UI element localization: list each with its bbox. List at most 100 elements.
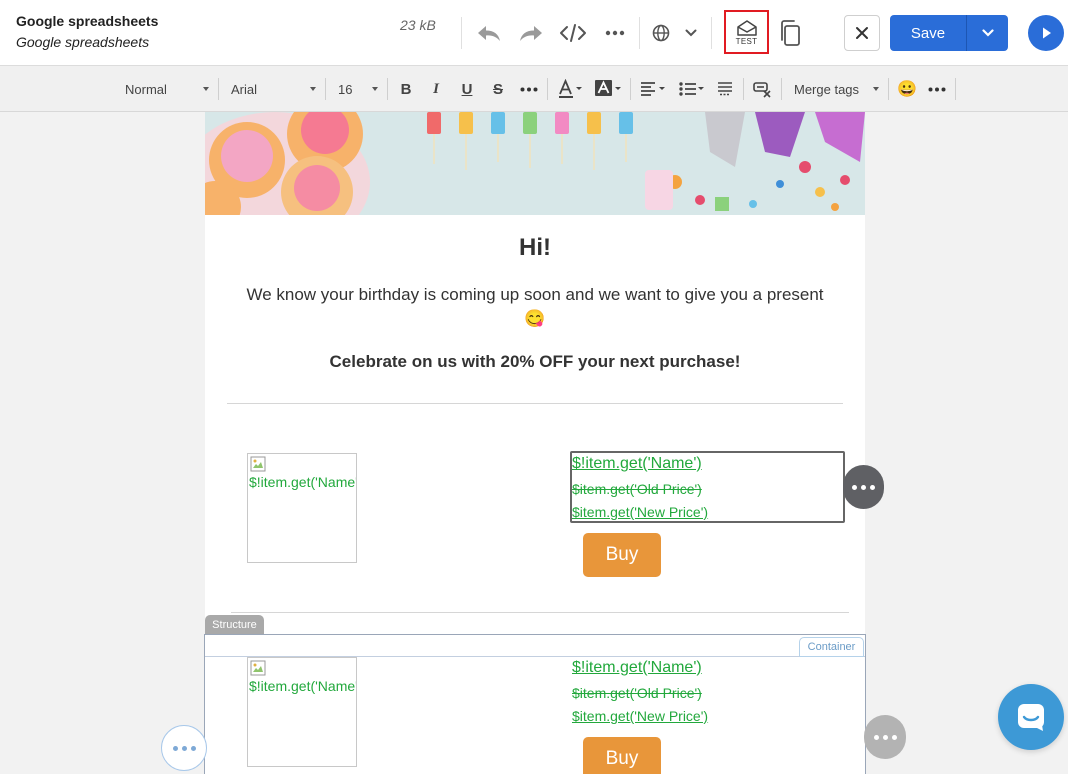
- preview-play-button[interactable]: [1028, 15, 1064, 51]
- close-button[interactable]: [844, 15, 880, 51]
- merge-tags-label: Merge tags: [794, 81, 860, 97]
- toolbar-divider: [461, 17, 462, 49]
- chat-icon: [1018, 704, 1044, 731]
- block-options-button[interactable]: [843, 465, 884, 509]
- background-color-button[interactable]: [594, 78, 622, 100]
- save-options-dropdown[interactable]: [966, 15, 1008, 51]
- align-left-icon: [641, 82, 665, 96]
- support-chat-button[interactable]: [998, 684, 1064, 750]
- font-family-select[interactable]: Arial: [231, 78, 316, 100]
- caret-down-icon: [372, 87, 378, 91]
- product-name[interactable]: $!item.get('Name'): [572, 455, 702, 473]
- product-details-block[interactable]: $!item.get('Name') $item.get('Old Price'…: [570, 451, 845, 523]
- redo-icon: [520, 26, 542, 41]
- buy-button[interactable]: Buy: [583, 533, 661, 577]
- code-view-button[interactable]: [558, 17, 588, 49]
- copy-icon: [781, 20, 800, 46]
- structure-options-button[interactable]: [864, 715, 906, 759]
- greeting-heading[interactable]: Hi!: [205, 234, 865, 262]
- dot: [190, 745, 196, 751]
- toolbar-divider: [955, 78, 956, 100]
- clear-formatting-button[interactable]: [752, 78, 772, 100]
- document-title: Google spreadsheets: [16, 13, 159, 29]
- top-bar: Google spreadsheets Google spreadsheets …: [0, 0, 1068, 66]
- toolbar-divider: [218, 78, 219, 100]
- emoji-button[interactable]: 😀: [897, 78, 917, 100]
- dot: [891, 734, 897, 740]
- clear-format-icon: [753, 82, 771, 98]
- structure-label[interactable]: Structure: [205, 615, 264, 634]
- more-toolbar-button[interactable]: [927, 78, 947, 100]
- redo-button[interactable]: [516, 17, 546, 49]
- save-button[interactable]: Save: [890, 15, 966, 51]
- list-button[interactable]: [678, 78, 706, 100]
- dot: [873, 734, 879, 740]
- line-height-button[interactable]: [715, 78, 735, 100]
- save-button-group: Save: [890, 15, 1008, 51]
- italic-button[interactable]: I: [427, 78, 445, 100]
- birthday-hero-image: [205, 112, 865, 215]
- email-size: 23 kB: [400, 17, 436, 33]
- text-color-button[interactable]: [557, 78, 583, 100]
- product-old-price[interactable]: $item.get('Old Price'): [572, 481, 702, 497]
- container-options-button[interactable]: [161, 725, 207, 771]
- font-size-value: 16: [338, 81, 353, 97]
- strikethrough-button[interactable]: S: [489, 78, 507, 100]
- font-size-select[interactable]: 16: [338, 78, 378, 100]
- toolbar-divider: [630, 78, 631, 100]
- globe-icon: [652, 24, 670, 42]
- product-details-block[interactable]: $!item.get('Name') $item.get('Old Price'…: [572, 657, 847, 729]
- more-horizontal-icon: [520, 87, 538, 91]
- document-subtitle: Google spreadsheets: [16, 34, 150, 50]
- product-image[interactable]: $!item.get('Name'): [247, 657, 357, 767]
- language-dropdown[interactable]: [682, 17, 700, 49]
- divider: [227, 403, 843, 404]
- more-horizontal-icon: [605, 30, 625, 36]
- toolbar-divider: [547, 78, 548, 100]
- caret-down-icon: [310, 87, 316, 91]
- dot: [172, 745, 178, 751]
- mobile-preview-button[interactable]: [776, 17, 804, 49]
- format-toolbar: Normal Arial 16 B I U S Merge tags 😀: [0, 66, 1068, 112]
- product-new-price[interactable]: $item.get('New Price'): [572, 504, 708, 520]
- offer-text[interactable]: Celebrate on us with 20% OFF your next p…: [205, 352, 865, 372]
- product-image-alt: $!item.get('Name'): [249, 678, 357, 694]
- underline-button[interactable]: U: [458, 78, 476, 100]
- line-spacing-icon: [718, 82, 732, 96]
- divider: [231, 612, 849, 613]
- paragraph-style-select[interactable]: Normal: [125, 78, 209, 100]
- toolbar-divider: [639, 17, 640, 49]
- align-button[interactable]: [639, 78, 667, 100]
- play-icon: [1043, 27, 1051, 39]
- caret-down-icon: [203, 87, 209, 91]
- product-old-price[interactable]: $item.get('Old Price'): [572, 685, 702, 701]
- buy-button[interactable]: Buy: [583, 737, 661, 774]
- more-formatting-button[interactable]: [519, 78, 539, 100]
- envelope-open-icon: [736, 19, 757, 36]
- birthday-illustration: [205, 112, 865, 215]
- product-image[interactable]: $!item.get('Name'): [247, 453, 357, 563]
- more-options-button[interactable]: [602, 17, 628, 49]
- dot: [882, 734, 888, 740]
- toolbar-divider: [743, 78, 744, 100]
- broken-image-icon: [250, 456, 266, 472]
- broken-image-icon: [250, 660, 266, 676]
- toolbar-divider: [888, 78, 889, 100]
- birthday-message[interactable]: We know your birthday is coming up soon …: [225, 283, 845, 331]
- dot: [870, 484, 875, 490]
- undo-button[interactable]: [474, 17, 504, 49]
- container-outline: [205, 656, 865, 657]
- dot: [181, 745, 187, 751]
- product-name[interactable]: $!item.get('Name'): [572, 659, 702, 677]
- dot: [861, 484, 866, 490]
- merge-tags-select[interactable]: Merge tags: [794, 78, 879, 100]
- toolbar-divider: [325, 78, 326, 100]
- toolbar-divider: [387, 78, 388, 100]
- test-email-button[interactable]: TEST: [724, 10, 769, 54]
- bold-button[interactable]: B: [397, 78, 415, 100]
- language-button[interactable]: [650, 17, 672, 49]
- product-new-price[interactable]: $item.get('New Price'): [572, 708, 708, 724]
- more-horizontal-icon: [928, 87, 946, 91]
- container-label[interactable]: Container: [799, 637, 864, 657]
- close-icon: [856, 27, 868, 39]
